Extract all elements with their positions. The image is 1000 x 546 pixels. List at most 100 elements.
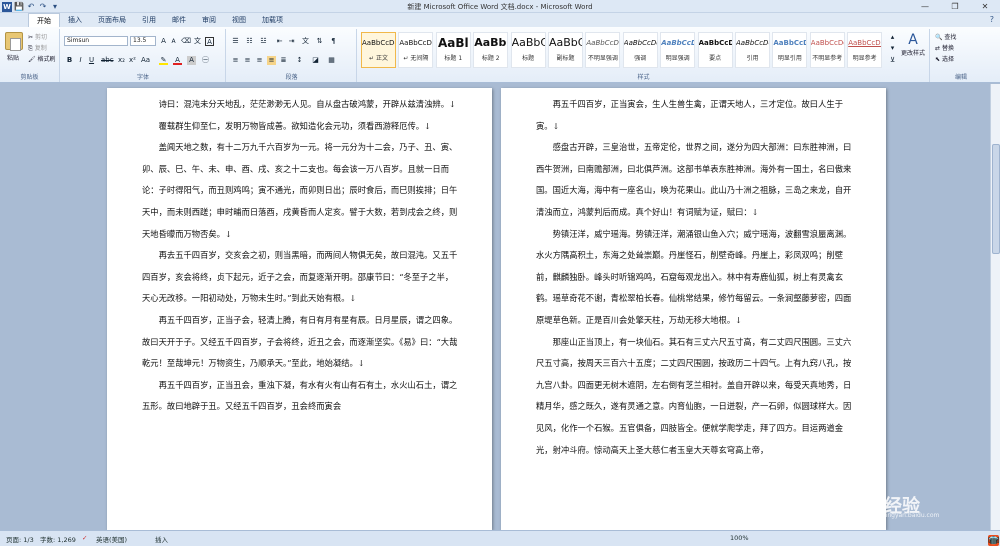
change-styles-button[interactable]: A 更改样式 [898,32,928,57]
maximize-button[interactable]: ❐ [940,0,970,13]
page-right[interactable]: 再五千四百岁，正当寅会，生人生兽生禽，正谓天地人，三才定位。故曰人生于寅。↓ 感盘… [501,88,886,530]
chinese-layout-icon[interactable]: 文 [301,37,310,46]
tab-addins[interactable]: 加载项 [254,13,291,27]
align-left-icon[interactable]: ≡ [231,56,240,65]
tab-insert[interactable]: 插入 [60,13,90,27]
font-color-icon[interactable]: A [173,56,182,65]
numbering-icon[interactable]: ☷ [245,37,254,46]
zoom-level[interactable]: 100% [730,534,749,542]
style-item[interactable]: AaBbCcDd 要点 [697,32,733,68]
style-item[interactable]: AaBbCcDd 引用 [735,32,770,68]
qat-dropdown-icon[interactable]: ▾ [50,2,60,12]
style-item[interactable]: AaBbCcDd 不明显强调 [585,32,621,68]
style-item[interactable]: AaBbC 标题 2 [473,32,509,68]
paragraph[interactable]: 再五千四百岁，正当子会，轻清上腾，有日有月有星有辰。日月星辰，谓之四象。故曰天开… [142,310,460,375]
copy-button[interactable]: ⎘ 复制 [28,43,47,53]
font-name-select[interactable]: Simsun [64,36,128,46]
select-button[interactable]: ⬉ 选择 [935,54,954,63]
language-status[interactable]: 英语(美国) [96,534,127,544]
font-size-select[interactable]: 13.5 [130,36,156,46]
style-item[interactable]: AaBbCcDd ↵ 正文 [361,32,396,68]
grid-icon[interactable]: ▦ [988,535,999,546]
align-center-icon[interactable]: ≡ [243,56,252,65]
paste-button[interactable]: 粘贴 [7,53,19,62]
tab-review[interactable]: 审阅 [194,13,224,27]
spellcheck-icon[interactable]: ✓ [82,534,87,542]
redo-icon[interactable]: ↷ [38,2,48,12]
underline-icon[interactable]: U [87,56,96,65]
decrease-indent-icon[interactable]: ⇤ [275,37,284,46]
char-border-icon[interactable]: A [205,37,214,46]
tab-references[interactable]: 引用 [134,13,164,27]
tab-mailings[interactable]: 邮件 [164,13,194,27]
bullets-icon[interactable]: ☰ [231,37,240,46]
paragraph[interactable]: 盖闻天地之数，有十二万九千六百岁为一元。将一元分为十二会，乃子、丑、寅、卯、辰、… [142,137,460,245]
change-case-icon[interactable]: Aa [141,56,150,65]
strikethrough-icon[interactable]: abc [101,56,114,65]
page-left[interactable]: 诗曰：混沌未分天地乱，茫茫渺渺无人见。自从盘古破鸿蒙，开辟从兹清浊辨。↓ 覆载群生… [107,88,492,530]
shading-icon[interactable]: ◪ [311,56,320,65]
page-right-text[interactable]: 再五千四百岁，正当寅会，生人生兽生禽，正谓天地人，三才定位。故曰人生于寅。↓ 感盘… [536,94,854,461]
sort-icon[interactable]: ⇅ [315,37,324,46]
cut-button[interactable]: ✂ 剪切 [28,32,47,41]
paragraph[interactable]: 诗曰：混沌未分天地乱，茫茫渺渺无人见。自从盘古破鸿蒙，开辟从兹清浊辨。↓ [142,94,460,116]
gallery-scroll-up-icon[interactable]: ▴ [888,33,897,42]
scrollbar-thumb[interactable] [992,144,1000,254]
style-item[interactable]: AaBbCcDd 明显强调 [660,32,696,68]
style-item[interactable]: AaBbCcDd 明显引用 [772,32,808,68]
close-button[interactable]: ✕ [970,0,1000,13]
show-marks-icon[interactable]: ¶ [329,37,338,46]
help-icon[interactable]: ? [990,15,994,24]
tab-view[interactable]: 视图 [224,13,254,27]
bold-icon[interactable]: B [65,56,74,65]
page-left-text[interactable]: 诗曰：混沌未分天地乱，茫茫渺渺无人见。自从盘古破鸿蒙，开辟从兹清浊辨。↓ 覆载群生… [142,94,460,418]
distributed-icon[interactable]: ≣ [279,56,288,65]
minimize-button[interactable]: — [910,0,940,13]
save-icon[interactable]: 💾 [14,2,24,12]
insert-mode[interactable]: 插入 [155,534,168,544]
superscript-icon[interactable]: x² [128,56,137,65]
style-item[interactable]: AaBbC 标题 [510,32,546,68]
italic-icon[interactable]: I [76,56,85,65]
clear-format-icon[interactable]: ⌫ [181,37,191,46]
gallery-more-icon[interactable]: ⊻ [888,56,897,65]
style-item[interactable]: AaBbCcDd ↵ 无间隔 [398,32,434,68]
replace-button[interactable]: ⇄ 替换 [935,43,954,52]
style-item[interactable]: AaBbCcDd 强调 [622,32,658,68]
tab-home[interactable]: 开始 [28,13,60,28]
style-item[interactable]: AaBbCcDd 不明显参考 [809,32,845,68]
format-painter-button[interactable]: 🖌 格式刷 [28,54,56,63]
undo-icon[interactable]: ↶ [26,2,36,12]
borders-icon[interactable]: ▦ [327,56,336,65]
line-spacing-icon[interactable]: ↕ [295,56,304,65]
align-right-icon[interactable]: ≡ [255,56,264,65]
increase-indent-icon[interactable]: ⇥ [287,37,296,46]
word-icon[interactable]: W [2,1,12,12]
paragraph[interactable]: 那座山正当顶上，有一块仙石。其石有三丈六尺五寸高，有二丈四尺围圆。三丈六尺五寸高… [536,332,854,462]
paragraph[interactable]: 感盘古开辟，三皇治世，五帝定伦，世界之间，遂分为四大部洲：曰东胜神洲，曰西牛贺洲… [536,137,854,223]
page-count[interactable]: 页面: 1/3 [6,534,34,544]
justify-icon[interactable]: ≡ [267,56,276,65]
style-item[interactable]: AaBl 标题 1 [435,32,471,68]
grow-font-icon[interactable]: A [159,37,168,46]
find-button[interactable]: 🔍 查找 [935,32,956,41]
enclose-char-icon[interactable]: ㊀ [201,56,210,65]
paragraph[interactable]: 覆载群生仰至仁，发明万物皆成善。欲知造化会元功，须看西游释厄传。↓ [142,116,460,138]
highlight-icon[interactable]: ✎ [159,56,168,65]
word-count[interactable]: 字数: 1,269 [40,534,76,544]
multilevel-list-icon[interactable]: ☳ [259,37,268,46]
paragraph[interactable]: 再去五千四百岁，交亥会之初，则当黑暗，而两间人物俱无矣，故曰混沌。又五千四百岁，… [142,245,460,310]
gallery-scroll-down-icon[interactable]: ▾ [888,44,897,53]
vertical-scrollbar[interactable] [990,84,1000,530]
paragraph[interactable]: 势镇汪洋，威宁瑶海。势镇汪洋，潮涌银山鱼入穴；威宁瑶海，波翻雪浪蜃离渊。水火方隅… [536,224,854,332]
style-item[interactable]: AaBbCcDd 明显参考 [847,32,883,68]
style-item[interactable]: AaBbC 副标题 [548,32,583,68]
shrink-font-icon[interactable]: A [169,37,178,46]
tab-page-layout[interactable]: 页面布局 [90,13,134,27]
paragraph[interactable]: 再五千四百岁，正当寅会，生人生兽生禽，正谓天地人，三才定位。故曰人生于寅。↓ [536,94,854,137]
subscript-icon[interactable]: x₂ [117,56,126,65]
phonetic-icon[interactable]: 文 [193,37,202,46]
char-shading-icon[interactable]: A [187,56,196,65]
paragraph[interactable]: 再五千四百岁，正当丑会，重浊下凝，有水有火有山有石有土，水火山石土，谓之五形。故… [142,375,460,418]
paste-icon[interactable] [5,32,23,51]
